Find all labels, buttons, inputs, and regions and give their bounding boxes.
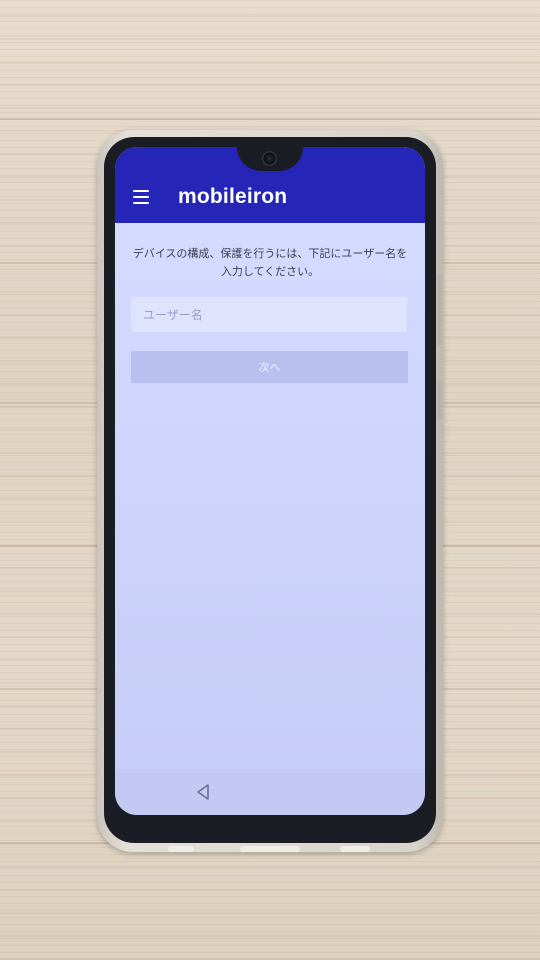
instruction-text: デバイスの構成、保護を行うには、下記にユーザー名を入力してください。 <box>132 247 408 278</box>
power-button <box>437 380 442 420</box>
front-camera <box>262 151 277 166</box>
charging-port-cutout <box>240 846 300 852</box>
brand-logo: mobileiron <box>178 185 288 208</box>
phone-screen: mobileiron デバイスの構成、保護を行うには、下記にユーザー名を入力して… <box>115 147 425 815</box>
hamburger-menu-icon[interactable] <box>133 190 151 204</box>
username-input[interactable] <box>131 297 407 332</box>
case-cutout <box>168 846 194 852</box>
volume-button <box>437 275 442 345</box>
case-cutout <box>340 846 370 852</box>
system-navigation-bar <box>115 769 425 815</box>
next-button[interactable]: 次へ <box>131 351 408 383</box>
wood-plank-seam <box>0 118 540 120</box>
back-triangle-icon[interactable] <box>195 783 211 801</box>
